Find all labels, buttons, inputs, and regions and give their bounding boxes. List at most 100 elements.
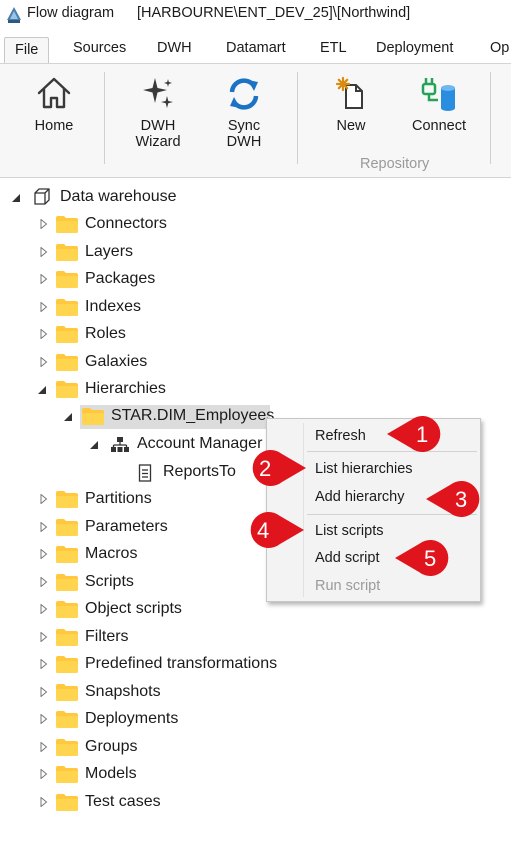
tree-node-packages[interactable]: Packages <box>0 268 300 292</box>
tree-node-snapshots[interactable]: Snapshots <box>0 681 300 705</box>
callout-4: 4 <box>242 510 306 550</box>
menu-item-refresh[interactable]: Refresh <box>315 428 366 444</box>
sync-dwh-label-line1: Sync <box>227 118 261 134</box>
callout-2-number: 2 <box>259 456 272 481</box>
tab-options[interactable]: Op <box>490 40 509 56</box>
tree-node-test-cases[interactable]: Test cases <box>0 791 300 815</box>
tree-node-label: Deployments <box>85 710 179 727</box>
connect-button[interactable]: Connect <box>404 64 474 164</box>
expand-arrow-icon[interactable] <box>39 797 49 807</box>
tree-node-scripts[interactable]: Scripts <box>0 571 300 595</box>
dwh-wizard-button[interactable]: DWH Wizard <box>124 64 192 164</box>
dwh-wizard-label-line2: Wizard <box>135 134 181 150</box>
collapse-arrow-icon[interactable] <box>89 440 99 450</box>
tree-node-galaxies[interactable]: Galaxies <box>0 351 300 375</box>
expand-arrow-icon[interactable] <box>39 274 49 284</box>
tab-sources[interactable]: Sources <box>73 40 126 56</box>
expand-arrow-icon[interactable] <box>39 219 49 229</box>
callout-2: 2 <box>244 448 308 488</box>
tree-node-label: Hierarchies <box>85 380 166 397</box>
callout-4-shape <box>250 512 304 548</box>
tree-node-indexes[interactable]: Indexes <box>0 296 300 320</box>
tree-node-label: Partitions <box>85 490 152 507</box>
tree-node-connectors[interactable]: Connectors <box>0 213 300 237</box>
home-button[interactable]: Home <box>22 64 86 164</box>
menu-item-list-hierarchies[interactable]: List hierarchies <box>315 461 413 477</box>
tree-node-layers[interactable]: Layers <box>0 241 300 265</box>
expand-arrow-icon[interactable] <box>39 769 49 779</box>
tree-node-label: Test cases <box>85 793 161 810</box>
expand-arrow-icon[interactable] <box>39 687 49 697</box>
connect-label: Connect <box>411 118 466 134</box>
expand-arrow-icon[interactable] <box>39 604 49 614</box>
folder-icon <box>56 244 78 261</box>
home-icon <box>37 77 71 109</box>
tree-node-label: Groups <box>85 738 138 755</box>
folder-icon <box>56 354 78 371</box>
tree-node-label: Filters <box>85 628 129 645</box>
tab-file[interactable]: File <box>4 37 50 65</box>
tree-node-label: Layers <box>85 243 134 260</box>
sparkle-icon <box>143 78 173 108</box>
tree-node-label: Connectors <box>85 215 167 232</box>
collapse-arrow-icon[interactable] <box>63 412 73 422</box>
new-button[interactable]: New <box>322 64 380 164</box>
expand-arrow-icon[interactable] <box>39 632 49 642</box>
callout-5: 5 <box>393 538 457 578</box>
tree-node-models[interactable]: Models <box>0 763 300 787</box>
expand-arrow-icon[interactable] <box>39 247 49 257</box>
ribbon-separator <box>297 72 298 164</box>
collapse-arrow-icon[interactable] <box>37 385 47 395</box>
tree-node-label: Galaxies <box>85 353 148 370</box>
expand-arrow-icon[interactable] <box>39 577 49 587</box>
folder-icon <box>56 519 78 536</box>
callout-2-shape <box>252 450 306 486</box>
tab-etl[interactable]: ETL <box>320 40 347 56</box>
tree-node-label: Predefined transformations <box>85 655 278 672</box>
sync-dwh-button[interactable]: Sync DWH <box>212 64 276 164</box>
tree-node-filters[interactable]: Filters <box>0 626 300 650</box>
ribbon-separator <box>490 72 491 164</box>
tree-node-partitions[interactable]: Partitions <box>0 488 300 512</box>
expand-arrow-icon[interactable] <box>39 357 49 367</box>
ribbon-separator <box>104 72 105 164</box>
expand-arrow-icon[interactable] <box>39 659 49 669</box>
expand-arrow-icon[interactable] <box>39 494 49 504</box>
new-document-icon <box>335 76 363 109</box>
tree-node-hierarchies[interactable]: Hierarchies <box>0 378 300 402</box>
tree-node-label: Roles <box>85 325 126 342</box>
collapse-arrow-icon[interactable] <box>11 193 21 203</box>
tree-node-label: Indexes <box>85 298 142 315</box>
tree-node-star-dim-employees[interactable]: STAR.DIM_Employees <box>0 405 300 429</box>
tree-node-data-warehouse[interactable]: Data warehouse <box>0 186 300 210</box>
tab-deployment[interactable]: Deployment <box>376 40 453 56</box>
expand-arrow-icon[interactable] <box>39 522 49 532</box>
tab-datamart[interactable]: Datamart <box>226 40 286 56</box>
folder-icon <box>56 629 78 646</box>
tree-node-label: Parameters <box>85 518 168 535</box>
tree-node-label: Snapshots <box>85 683 161 700</box>
expand-arrow-icon[interactable] <box>39 549 49 559</box>
expand-arrow-icon[interactable] <box>39 329 49 339</box>
callout-1-number: 1 <box>416 422 429 447</box>
tree-node-predefined-transformations[interactable]: Predefined transformations <box>0 653 300 677</box>
menu-item-list-scripts[interactable]: List scripts <box>315 523 384 539</box>
menu-item-add-script[interactable]: Add script <box>315 550 379 566</box>
ribbon-panel: Home DWH Wizard Sync DWH New Connect Rep… <box>0 63 511 178</box>
tree-node-groups[interactable]: Groups <box>0 736 300 760</box>
tree-node-deployments[interactable]: Deployments <box>0 708 300 732</box>
database-connect-icon <box>421 78 455 111</box>
callout-4-number: 4 <box>257 518 270 543</box>
expand-arrow-icon[interactable] <box>39 302 49 312</box>
folder-icon <box>56 601 78 618</box>
tree-node-roles[interactable]: Roles <box>0 323 300 347</box>
sync-icon <box>229 78 259 110</box>
expand-arrow-icon[interactable] <box>39 714 49 724</box>
folder-icon <box>56 381 78 398</box>
tree-node-object-scripts[interactable]: Object scripts <box>0 598 300 622</box>
menu-item-add-hierarchy[interactable]: Add hierarchy <box>315 489 404 505</box>
expand-arrow-icon[interactable] <box>39 742 49 752</box>
tab-dwh[interactable]: DWH <box>157 40 192 56</box>
folder-icon <box>82 408 104 425</box>
tree-node-label: Data warehouse <box>60 188 177 205</box>
